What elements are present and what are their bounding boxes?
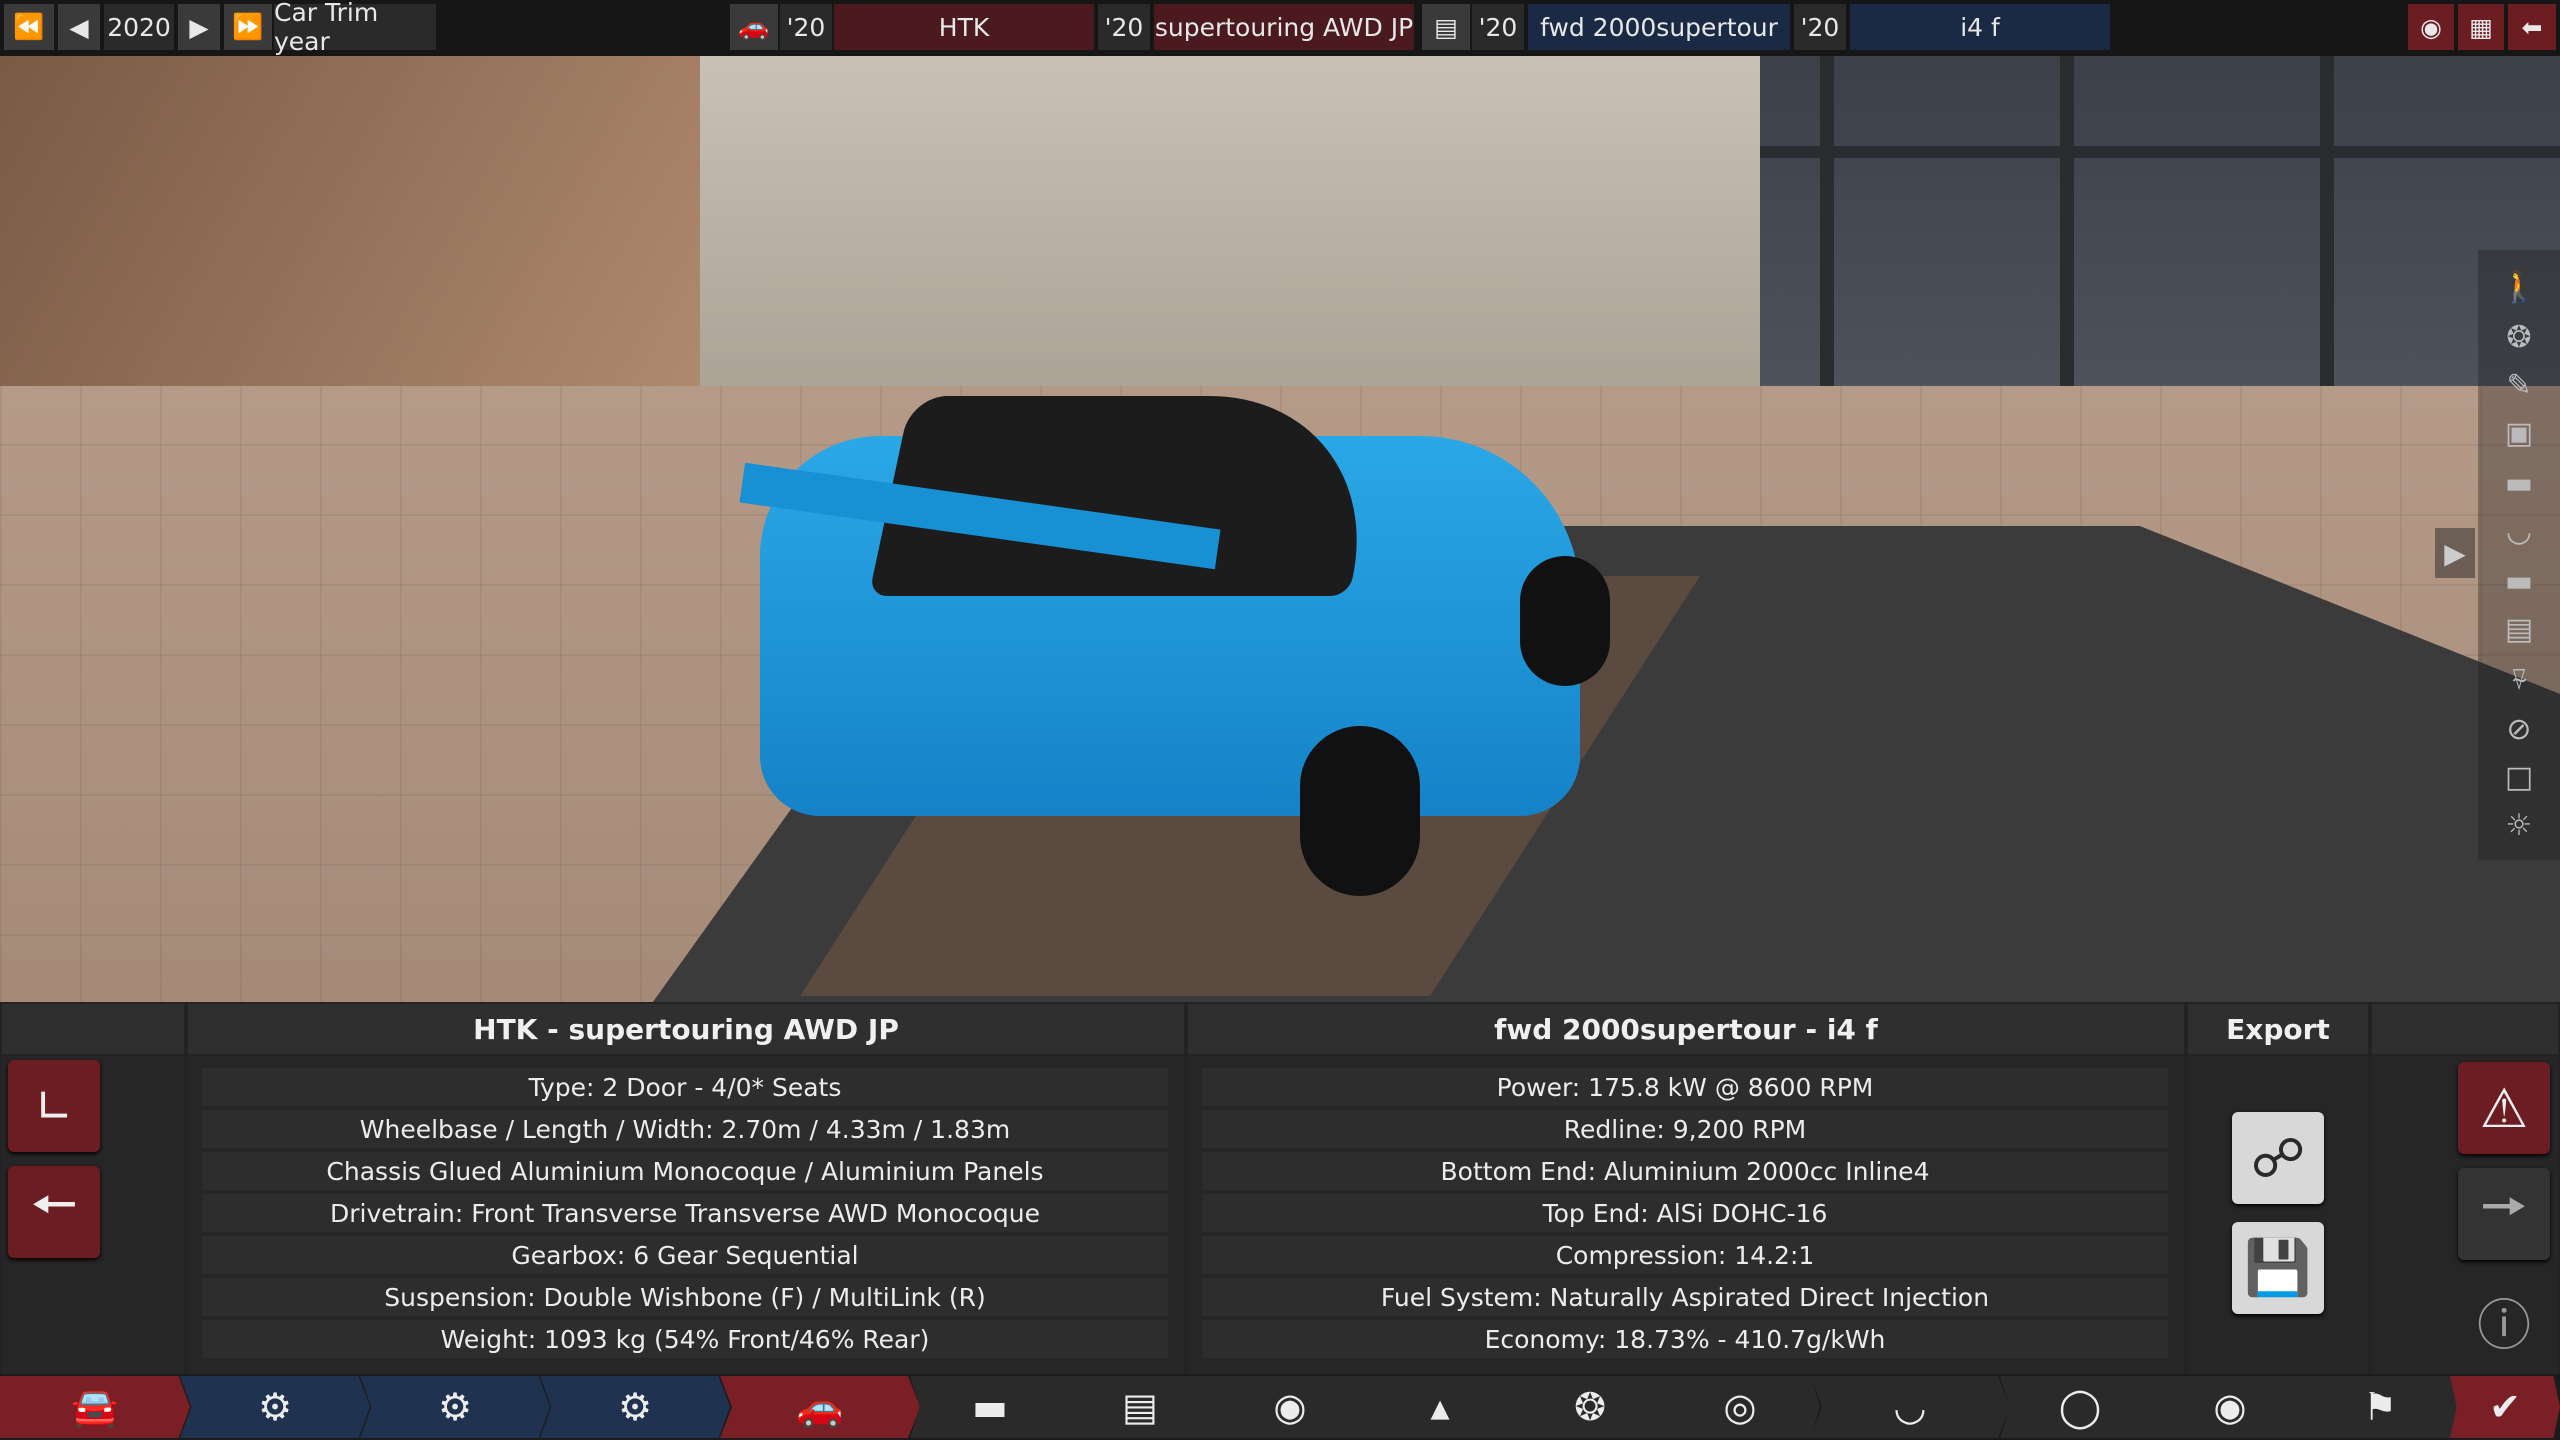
tab-brakes[interactable]: ◎ (1660, 1376, 1820, 1438)
engine-power-row: Power: 175.8 kW @ 8600 RPM (1202, 1068, 2168, 1106)
model-name[interactable]: HTK (834, 4, 1094, 50)
panel-icon[interactable]: ▬ (2500, 464, 2538, 502)
tab-wheels[interactable]: ❂ (1510, 1376, 1670, 1438)
share-icon[interactable]: ☍ (2232, 1112, 2324, 1204)
car-model (739, 356, 1610, 916)
engine-fuel-system-row: Fuel System: Naturally Aspirated Direct … (1202, 1278, 2168, 1316)
tab-engine-tuning[interactable]: ⚙ (540, 1376, 730, 1438)
engine-bottom-end-row: Bottom End: Aluminium 2000cc Inline4 (1202, 1152, 2168, 1190)
right-header-blank (2372, 1004, 2558, 1054)
tab-suspension[interactable]: ▴ (1360, 1376, 1520, 1438)
engine-variant-name[interactable]: i4 f (1850, 4, 2110, 50)
lift-icon[interactable]: ⍫ (2500, 660, 2538, 698)
car-chassis-row: Chassis Glued Aluminium Monocoque / Alum… (202, 1152, 1168, 1190)
engine-icon[interactable]: ▤ (1422, 4, 1470, 50)
tab-car-trim[interactable]: ▬ (910, 1376, 1070, 1438)
pedestrian-icon[interactable]: 🚶 (2500, 268, 2538, 306)
tab-drivetrain[interactable]: ▤ (1060, 1376, 1220, 1438)
engine-top-end-row: Top End: AlSi DOHC-16 (1202, 1194, 2168, 1232)
tab-safety[interactable]: ◉ (2150, 1376, 2310, 1438)
hide-icon[interactable]: ⊘ (2500, 710, 2538, 748)
model-year: '20 (780, 4, 832, 50)
car-dimensions-row: Wheelbase / Length / Width: 2.70m / 4.33… (202, 1110, 1168, 1148)
warning-icon[interactable]: ⚠ (2458, 1062, 2550, 1154)
engine-economy-row: Economy: 18.73% - 410.7g/kWh (1202, 1320, 2168, 1358)
forward-arrow-icon[interactable]: 🠖 (2458, 1168, 2550, 1260)
car-gearbox-row: Gearbox: 6 Gear Sequential (202, 1236, 1168, 1274)
grille-icon[interactable]: ▤ (2500, 610, 2538, 648)
garage-viewport[interactable] (0, 56, 2560, 1002)
wheel-icon[interactable]: ❂ (2500, 318, 2538, 356)
tab-aero[interactable]: ◡ (1810, 1376, 2010, 1438)
tab-engine-family[interactable]: ⚙ (180, 1376, 370, 1438)
layout-icon[interactable]: ▦ (2458, 4, 2504, 50)
trim-name[interactable]: supertouring AWD JP (1154, 4, 1414, 50)
paint-icon[interactable]: ✎ (2500, 366, 2538, 404)
export-panel (2188, 1056, 2368, 1374)
graph-icon[interactable]: ∟ (8, 1060, 100, 1152)
car-model-icon[interactable]: 🚗 (730, 4, 778, 50)
export-panel-title: Export (2188, 1004, 2368, 1054)
collapse-panel-icon[interactable]: ▶ (2435, 528, 2475, 578)
tab-car-model[interactable]: 🚗 (720, 1376, 920, 1438)
tab-gearbox[interactable]: ◉ (1210, 1376, 1370, 1438)
frame-icon[interactable]: □ (2500, 758, 2538, 796)
tab-engine-parts[interactable]: ⚙ (360, 1376, 550, 1438)
save-icon[interactable]: 💾 (2232, 1222, 2324, 1314)
trim-year: '20 (1098, 4, 1150, 50)
tab-finish-checkmark[interactable]: ✔ (2450, 1376, 2560, 1438)
engine-variant-year: '20 (1794, 4, 1846, 50)
engine-compression-row: Compression: 14.2:1 (1202, 1236, 2168, 1274)
left-arrow-icon[interactable]: ◀ (58, 4, 100, 50)
back-button[interactable]: 🠔 (8, 1166, 100, 1258)
tab-interior[interactable]: ◯ (2000, 1376, 2160, 1438)
engine-redline-row: Redline: 9,200 RPM (1202, 1110, 2168, 1148)
car-side-icon[interactable]: ▬ (2500, 562, 2538, 600)
car-type-row: Type: 2 Door - 4/0* Seats (202, 1068, 1168, 1106)
year-label: Car Trim year (274, 0, 436, 56)
left-header-blank (2, 1004, 184, 1054)
light-icon[interactable]: ☼ (2500, 806, 2538, 844)
car-suspension-row: Suspension: Double Wishbone (F) / MultiL… (202, 1278, 1168, 1316)
bumper-icon[interactable]: ▣ (2500, 414, 2538, 452)
double-left-arrow-icon[interactable]: ⏪ (4, 4, 54, 50)
tab-test-track[interactable]: ⚑ (2300, 1376, 2460, 1438)
camera-icon[interactable]: ◉ (2408, 4, 2454, 50)
engine-family-year: '20 (1472, 4, 1524, 50)
car-weight-row: Weight: 1093 kg (54% Front/46% Rear) (202, 1320, 1168, 1358)
double-right-arrow-icon[interactable]: ⏩ (224, 4, 272, 50)
tab-car-body[interactable]: 🚘 (0, 1376, 190, 1438)
back-arrow-icon[interactable]: ⬅ (2508, 4, 2556, 50)
car-panel-title: HTK - supertouring AWD JP (188, 1004, 1184, 1054)
right-arrow-icon[interactable]: ▶ (178, 4, 220, 50)
help-icon[interactable]: ⓘ (2458, 1274, 2550, 1366)
engine-panel-title: fwd 2000supertour - i4 f (1188, 1004, 2184, 1054)
year-display: 2020 (104, 4, 174, 50)
fender-icon[interactable]: ◡ (2500, 512, 2538, 550)
car-drivetrain-row: Drivetrain: Front Transverse Transverse … (202, 1194, 1168, 1232)
engine-family-name[interactable]: fwd 2000supertour (1528, 4, 1790, 50)
